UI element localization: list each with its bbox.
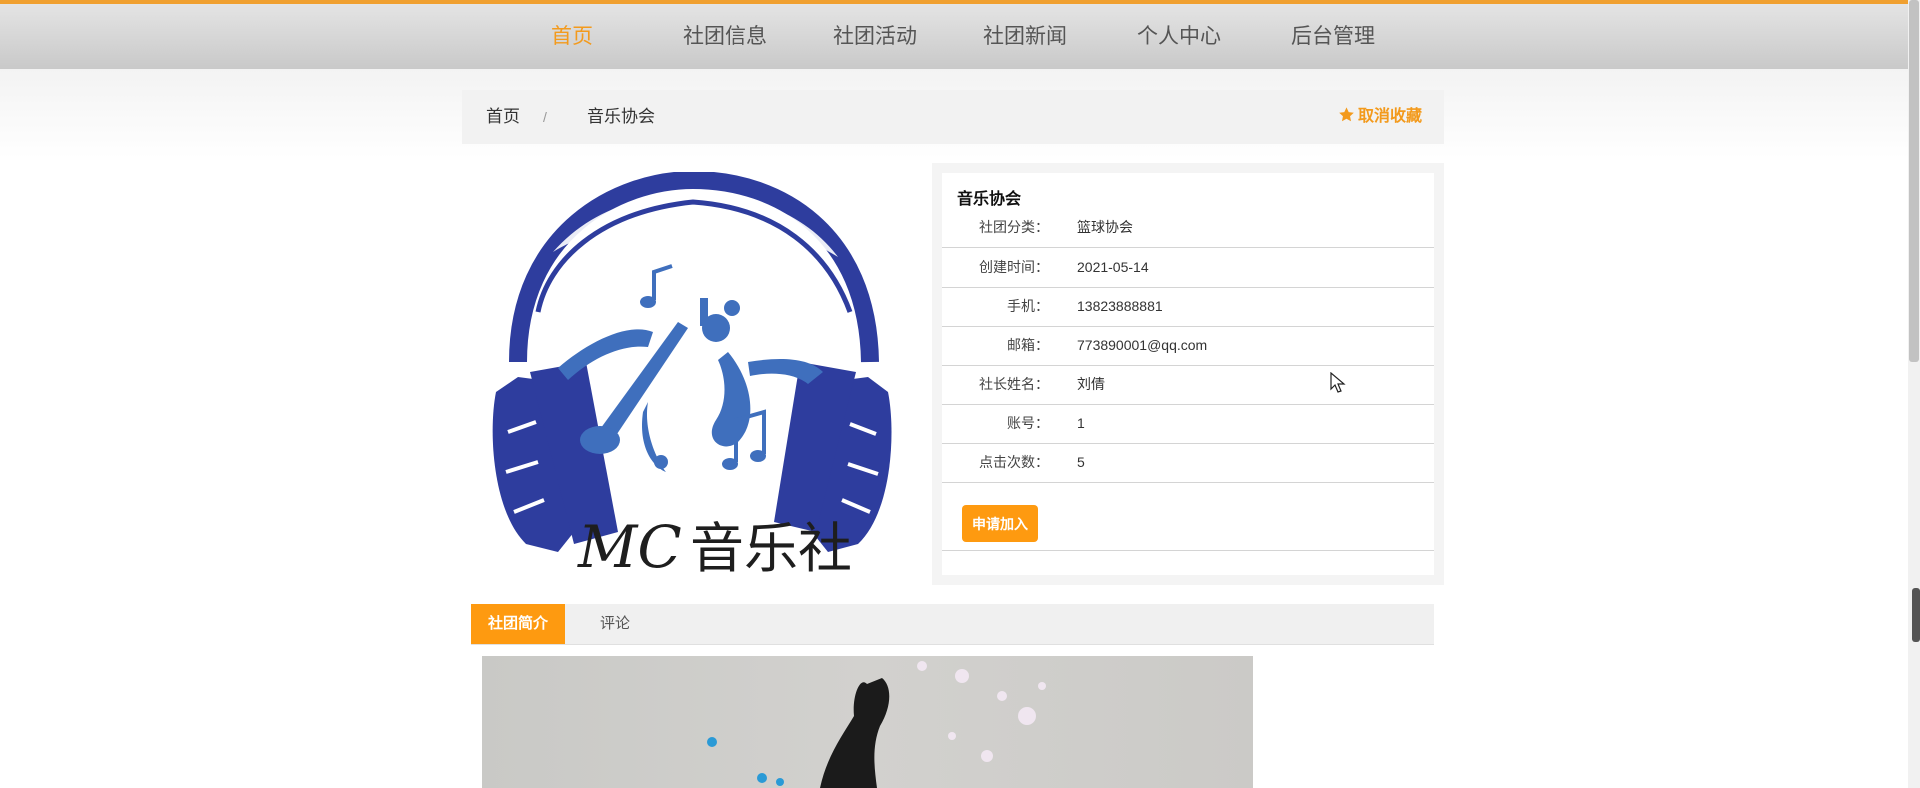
top-navigation: 首页 社团信息 社团活动 社团新闻 个人中心 后台管理 [0, 0, 1920, 69]
info-row-account: 账号： 1 [942, 404, 1434, 444]
info-label: 创建时间： [979, 259, 1049, 275]
info-label: 社团分类： [979, 219, 1049, 235]
divider [942, 550, 1434, 551]
breadcrumb-current: 音乐协会 [587, 107, 655, 126]
nav-item-home[interactable]: 首页 [507, 4, 637, 69]
club-logo: MC 音乐社 [492, 172, 892, 581]
tab-comments[interactable]: 评论 [585, 604, 645, 644]
info-label: 邮箱： [1007, 337, 1049, 353]
info-row-category: 社团分类： 篮球协会 [942, 208, 1434, 248]
info-label: 手机： [1007, 298, 1049, 314]
breadcrumb-home[interactable]: 首页 [486, 90, 520, 144]
nav-item-club-info[interactable]: 社团信息 [660, 4, 790, 69]
apply-join-button[interactable]: 申请加入 [962, 505, 1038, 542]
info-value: 刘倩 [1077, 376, 1105, 392]
info-value: 1 [1077, 415, 1085, 431]
info-label: 点击次数： [979, 454, 1049, 470]
unfavorite-button[interactable]: 取消收藏 [1338, 90, 1422, 144]
scroll-indicator [1912, 588, 1920, 642]
detail-tabs: 社团简介 评论 [471, 604, 1434, 645]
nav-item-club-activities[interactable]: 社团活动 [810, 4, 940, 69]
info-row-email: 邮箱： 773890001@qq.com [942, 326, 1434, 366]
breadcrumb: 首页 / 音乐协会 取消收藏 [462, 90, 1444, 144]
nav-item-admin[interactable]: 后台管理 [1268, 4, 1398, 69]
info-row-created: 创建时间： 2021-05-14 [942, 248, 1434, 288]
club-info-panel: 音乐协会 社团分类： 篮球协会 创建时间： 2021-05-14 手机： 138… [932, 163, 1444, 585]
info-value: 5 [1077, 454, 1085, 470]
info-value: 2021-05-14 [1077, 259, 1149, 275]
info-value: 13823888881 [1077, 298, 1163, 314]
club-intro-image [482, 656, 1253, 788]
club-name: 音乐协会 [957, 191, 1022, 208]
tab-club-intro[interactable]: 社团简介 [471, 604, 565, 644]
mouse-cursor-icon [1330, 372, 1346, 393]
info-value: 773890001@qq.com [1077, 337, 1208, 353]
nav-item-club-news[interactable]: 社团新闻 [960, 4, 1090, 69]
scrollbar-thumb[interactable] [1909, 0, 1919, 362]
svg-text:MC: MC [577, 513, 682, 581]
info-row-clicks: 点击次数： 5 [942, 443, 1434, 483]
info-row-president: 社长姓名： 刘倩 [942, 365, 1434, 405]
unfavorite-label: 取消收藏 [1357, 108, 1422, 125]
info-label: 社长姓名： [979, 376, 1049, 392]
breadcrumb-separator: / [543, 109, 547, 125]
info-label: 账号： [1007, 415, 1049, 431]
info-row-phone: 手机： 13823888881 [942, 287, 1434, 327]
svg-text:音乐社: 音乐社 [690, 517, 852, 580]
info-value: 篮球协会 [1077, 219, 1133, 235]
nav-item-personal-center[interactable]: 个人中心 [1114, 4, 1244, 69]
star-icon [1339, 107, 1354, 122]
